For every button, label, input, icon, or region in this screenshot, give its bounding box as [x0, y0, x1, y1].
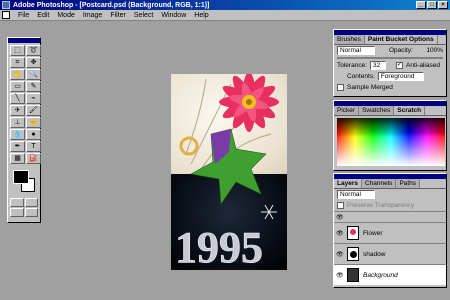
anti-aliased-checkbox[interactable]: ✓ — [396, 62, 403, 69]
foreground-color-swatch[interactable] — [13, 170, 29, 184]
pen-tool-icon[interactable]: ✒ — [10, 141, 25, 152]
paint-bucket-options-palette: Brushes Paint Bucket Options Normal Opac… — [333, 29, 447, 97]
menu-help[interactable]: Help — [190, 12, 212, 19]
layer-name-flower: Flower — [363, 229, 383, 237]
sample-merged-checkbox[interactable] — [337, 84, 344, 91]
rubber-stamp-tool-icon[interactable]: ⊥ — [10, 117, 25, 128]
tab-brushes[interactable]: Brushes — [334, 35, 365, 44]
menu-edit[interactable]: Edit — [33, 12, 53, 19]
marquee-tool-icon[interactable]: ⬚ — [10, 45, 25, 56]
document-canvas[interactable]: 1995 — [171, 74, 287, 270]
maximize-button[interactable]: □ — [427, 1, 437, 9]
paintbrush-tool-icon[interactable]: 🖌 — [26, 105, 41, 116]
color-swatches — [11, 168, 37, 196]
pencil-tool-icon[interactable]: ✎ — [26, 81, 41, 92]
eraser-tool-icon[interactable]: ▭ — [10, 81, 25, 92]
tab-paths[interactable]: Paths — [396, 179, 421, 188]
eye-icon[interactable]: 👁 — [336, 272, 345, 279]
eye-icon[interactable]: 👁 — [336, 230, 345, 237]
menu-select[interactable]: Select — [130, 12, 157, 19]
document-icon[interactable] — [2, 11, 10, 19]
opacity-value[interactable]: 100% — [426, 47, 443, 54]
flower-shape — [219, 74, 279, 132]
menu-mode[interactable]: Mode — [53, 12, 79, 19]
tab-layers[interactable]: Layers — [334, 179, 362, 188]
preserve-transparency-checkbox[interactable] — [337, 202, 344, 209]
layer-row-shadow[interactable]: 👁 shadow — [334, 243, 446, 264]
eye-icon[interactable]: 👁 — [336, 214, 345, 221]
dodge-tool-icon[interactable]: ● — [26, 129, 41, 140]
airbrush-tool-icon[interactable]: ✈ — [10, 105, 25, 116]
blur-tool-icon[interactable]: 💧 — [10, 129, 25, 140]
eyedropper-tool-icon[interactable]: ⌁ — [26, 93, 41, 104]
year-text: 1995 — [175, 223, 263, 270]
menu-bar: File Edit Mode Image Filter Select Windo… — [0, 10, 450, 21]
opacity-label: Opacity: — [389, 47, 413, 54]
tab-channels[interactable]: Channels — [361, 179, 397, 188]
hand-tool-icon[interactable]: ✋ — [10, 69, 25, 80]
contents-select[interactable]: Foreground — [377, 72, 424, 81]
anti-aliased-label: Anti-aliased — [406, 62, 440, 69]
contents-label: Contents: — [347, 73, 375, 80]
paint-bucket-tool-icon[interactable]: ⛽ — [26, 153, 41, 164]
layer-name-background: Background — [363, 271, 398, 279]
layer-name-shadow: shadow — [363, 250, 386, 258]
layer-thumbnail — [347, 226, 359, 240]
tab-scratch[interactable]: Scratch — [394, 106, 426, 115]
tolerance-input[interactable]: 32 — [370, 61, 386, 70]
layer-row[interactable]: 👁 — [334, 211, 446, 222]
zoom-tool-icon[interactable]: 🔍 — [26, 69, 41, 80]
lasso-tool-icon[interactable]: ➰ — [26, 45, 41, 56]
blend-mode-select[interactable]: Normal — [337, 46, 375, 55]
window-mode-button[interactable] — [10, 208, 24, 217]
smudge-tool-icon[interactable]: ☝ — [26, 117, 41, 128]
window-title: Adobe Photoshop - [Postcard.psd (Backgro… — [13, 1, 210, 9]
tab-swatches[interactable]: Swatches — [359, 106, 395, 115]
menu-image[interactable]: Image — [79, 12, 106, 19]
menu-file[interactable]: File — [14, 12, 33, 19]
image-artwork: 1995 — [175, 74, 279, 270]
title-bar: Adobe Photoshop - [Postcard.psd (Backgro… — [0, 0, 450, 10]
standard-mode-button[interactable] — [10, 198, 24, 207]
layer-row-flower[interactable]: 👁 Flower — [334, 222, 446, 243]
color-spectrum[interactable] — [337, 118, 445, 166]
photoshop-app-icon[interactable] — [2, 1, 10, 9]
tab-picker[interactable]: Picker — [334, 106, 360, 115]
line-tool-icon[interactable]: ╲ — [10, 93, 25, 104]
minimize-button[interactable]: _ — [416, 1, 426, 9]
snowflake-icon — [261, 204, 277, 220]
close-button[interactable]: × — [438, 1, 448, 9]
color-palette: Picker Swatches Scratch — [333, 100, 447, 171]
crop-tool-icon[interactable]: ⌗ — [10, 57, 25, 68]
full-screen-mode-button[interactable] — [24, 208, 38, 217]
layers-palette: Layers Channels Paths Normal Preserve Tr… — [333, 173, 447, 288]
tolerance-label: Tolerance: — [337, 62, 367, 69]
layer-thumbnail — [347, 268, 359, 282]
menu-filter[interactable]: Filter — [106, 12, 130, 19]
move-tool-icon[interactable]: ✥ — [26, 57, 41, 68]
menu-window[interactable]: Window — [157, 12, 190, 19]
gradient-tool-icon[interactable]: ▦ — [10, 153, 25, 164]
eye-icon[interactable]: 👁 — [336, 251, 345, 258]
preserve-transparency-label: Preserve Transparency — [347, 202, 415, 209]
type-tool-icon[interactable]: T — [26, 141, 41, 152]
layer-row-background[interactable]: 👁 Background — [334, 264, 446, 285]
tab-paint-bucket-options[interactable]: Paint Bucket Options — [364, 35, 438, 44]
layer-blend-mode-select[interactable]: Normal — [337, 190, 375, 199]
quick-mask-mode-button[interactable] — [24, 198, 38, 207]
layer-thumbnail — [347, 247, 359, 261]
toolbox: ⬚ ➰ ⌗ ✥ ✋ 🔍 ▭ ✎ ╲ ⌁ ✈ 🖌 ⊥ ☝ 💧 ● ✒ T ▦ ⛽ — [7, 37, 41, 223]
sample-merged-label: Sample Merged — [347, 84, 393, 91]
